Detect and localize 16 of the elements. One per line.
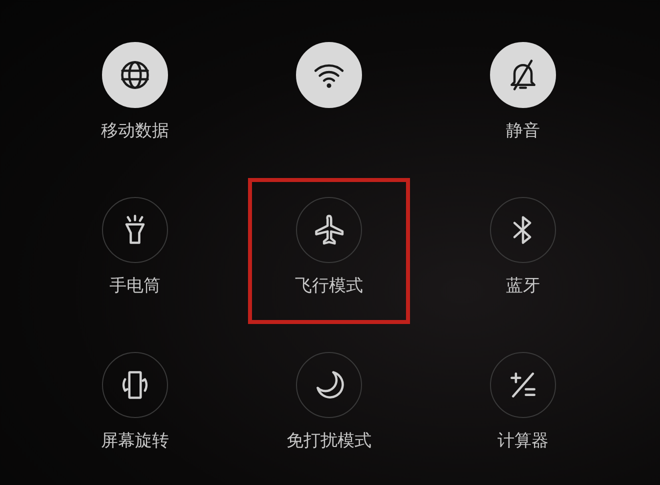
toggle-label: 移动数据 — [101, 120, 169, 142]
toggle-label: 飞行模式 — [295, 275, 363, 297]
toggle-button[interactable] — [296, 352, 362, 418]
toggle-label: 静音 — [506, 120, 540, 142]
toggle-button[interactable] — [490, 197, 556, 263]
toggle-label: 屏幕旋转 — [101, 430, 169, 452]
toggle-label: 手电筒 — [110, 275, 160, 297]
toggle-label: 蓝牙 — [506, 275, 540, 297]
airplane-icon — [312, 213, 346, 247]
toggle-button[interactable] — [102, 197, 168, 263]
toggle-label: 计算器 — [498, 430, 548, 452]
globe-icon — [118, 58, 152, 92]
toggle-button[interactable] — [296, 197, 362, 263]
toggle-button[interactable] — [490, 352, 556, 418]
toggle-button[interactable] — [102, 352, 168, 418]
toggle-label: 免打扰模式 — [286, 430, 372, 452]
